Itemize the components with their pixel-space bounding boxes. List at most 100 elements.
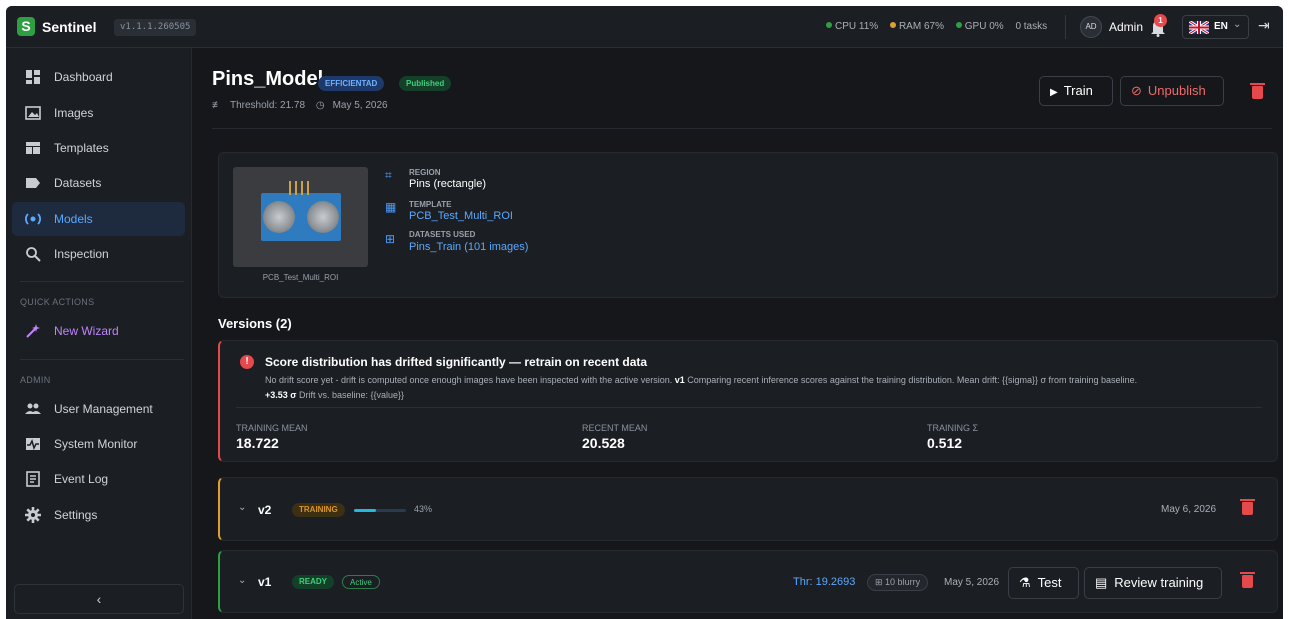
- quick-actions-heading: QUICK ACTIONS: [20, 297, 95, 307]
- ready-status-badge: READY: [292, 575, 335, 589]
- sidebar-item-new-wizard[interactable]: New Wizard: [12, 314, 185, 348]
- test-button[interactable]: ⚗ Test: [1008, 567, 1079, 599]
- ram-status-dot: [889, 22, 896, 28]
- sidebar-item-datasets[interactable]: Datasets: [12, 166, 185, 200]
- train-label: Train: [1063, 83, 1093, 98]
- delete-version-icon[interactable]: [1240, 499, 1255, 515]
- divider: [20, 281, 184, 282]
- sidebar-item-label: Event Log: [54, 472, 109, 486]
- search-icon: [25, 246, 41, 262]
- unpublish-button[interactable]: ⊘ Unpublish: [1120, 76, 1224, 106]
- version-name: v2: [258, 503, 272, 517]
- model-subtitle: ≢ Threshold: 21.78 ◷ May 5, 2026: [212, 100, 396, 111]
- sidebar-item-label: Datasets: [54, 176, 102, 190]
- tasks-stat[interactable]: 0 tasks: [1015, 21, 1047, 32]
- model-icon: [25, 211, 41, 227]
- train-button[interactable]: ▶ Train: [1039, 76, 1113, 106]
- dataset-icon: ⊞: [385, 232, 396, 246]
- users-icon: [25, 401, 41, 417]
- monitor-icon: [25, 436, 41, 452]
- chevron-down-icon: ⌄: [1233, 19, 1242, 30]
- version-row-v1[interactable]: ⌄ v1 READY Active Thr: 19.2693 ⊞ 10 blur…: [218, 550, 1278, 613]
- alert-version: v1: [674, 375, 685, 385]
- chevron-down-icon[interactable]: ⌄: [238, 575, 246, 586]
- training-status-badge: TRAINING: [292, 503, 345, 517]
- delete-model-icon[interactable]: [1250, 83, 1265, 99]
- alert-title: Score distribution has drifted significa…: [265, 355, 648, 369]
- template-label: TEMPLATE: [409, 200, 452, 209]
- sidebar-item-models[interactable]: Models: [12, 202, 185, 236]
- region-value: Pins (rectangle): [409, 178, 487, 190]
- flask-icon: ⚗: [1019, 575, 1031, 590]
- alert-text: Drift vs. baseline: {{value}}: [298, 390, 405, 400]
- divider: [1065, 15, 1066, 39]
- stat-value: 20.528: [582, 435, 625, 451]
- crop-icon: ⌗: [385, 168, 392, 182]
- stat-label: RECENT MEAN: [582, 423, 648, 433]
- stat-value: 0.512: [927, 435, 963, 451]
- progress-percent: 43%: [414, 504, 433, 514]
- logout-icon[interactable]: ⇥: [1258, 17, 1270, 34]
- sidebar-item-label: User Management: [54, 402, 153, 416]
- language-select[interactable]: EN ⌄: [1182, 15, 1249, 39]
- ram-stat: RAM 67%: [889, 21, 944, 32]
- model-type-badge: EFFICIENTAD: [318, 76, 385, 91]
- sidebar-item-user-management[interactable]: User Management: [12, 392, 185, 426]
- play-icon: ▶: [1050, 87, 1058, 98]
- gear-icon: [25, 507, 41, 523]
- model-date: May 5, 2026: [332, 100, 388, 111]
- template-icon: ▦: [385, 200, 397, 214]
- avatar[interactable]: AD: [1080, 16, 1102, 38]
- review-icon: ▤: [1095, 575, 1108, 590]
- threshold-icon: ≢: [212, 100, 222, 111]
- alert-icon: !: [240, 355, 254, 369]
- sidebar-item-settings[interactable]: Settings: [12, 498, 185, 532]
- notification-count: 1: [1154, 14, 1167, 27]
- thumbnail-caption: PCB_Test_Multi_ROI: [262, 273, 339, 282]
- version-date: May 5, 2026: [944, 577, 1000, 588]
- model-info-card: PCB_Test_Multi_ROI ⌗ REGION Pins (rectan…: [218, 152, 1278, 298]
- page-title: Pins_Model: [212, 68, 324, 90]
- app-logo[interactable]: S: [17, 17, 35, 36]
- user-name[interactable]: Admin: [1109, 20, 1143, 34]
- blurry-count-badge[interactable]: ⊞ 10 blurry: [867, 574, 929, 591]
- sensor-eye: [307, 201, 339, 233]
- sidebar-item-images[interactable]: Images: [12, 96, 185, 130]
- delete-version-icon[interactable]: [1240, 572, 1255, 588]
- alert-text: No drift score yet - drift is computed o…: [265, 375, 673, 385]
- unpublish-label: Unpublish: [1147, 83, 1206, 98]
- chevron-down-icon[interactable]: ⌄: [238, 502, 246, 513]
- sensor-eye: [263, 201, 295, 233]
- template-thumbnail[interactable]: [233, 167, 368, 267]
- sidebar-item-label: New Wizard: [54, 324, 119, 338]
- blur-icon: ⊞: [875, 577, 886, 587]
- version-date: May 6, 2026: [1161, 504, 1217, 515]
- collapse-sidebar-button[interactable]: ‹: [14, 584, 184, 614]
- admin-heading: ADMIN: [20, 375, 51, 385]
- system-stats: CPU 11% RAM 67% GPU 0% 0 tasks: [826, 21, 1056, 32]
- sidebar-item-templates[interactable]: Templates: [12, 131, 185, 165]
- datasets-link[interactable]: Pins_Train (101 images): [409, 241, 528, 253]
- sidebar-item-system-monitor[interactable]: System Monitor: [12, 427, 185, 461]
- app-name: Sentinel: [42, 19, 97, 35]
- dashboard-icon: [25, 69, 41, 85]
- sensor-pins: [289, 181, 313, 195]
- version-row-v2[interactable]: ⌄ v2 TRAINING 43% May 6, 2026: [218, 477, 1278, 541]
- notification-bell-icon[interactable]: 1: [1149, 14, 1167, 37]
- sidebar-item-inspection[interactable]: Inspection: [12, 237, 185, 271]
- stat-label: TRAINING MEAN: [236, 423, 308, 433]
- version-name: v1: [258, 575, 272, 589]
- sidebar-item-dashboard[interactable]: Dashboard: [12, 60, 185, 94]
- label-icon: [25, 175, 41, 191]
- sidebar-item-label: Inspection: [54, 247, 109, 261]
- review-training-button[interactable]: ▤ Review training: [1084, 567, 1222, 599]
- template-link[interactable]: PCB_Test_Multi_ROI: [409, 210, 513, 222]
- version-badge: v1.1.1.260505: [114, 19, 197, 36]
- alert-description: No drift score yet - drift is computed o…: [265, 373, 1265, 403]
- top-bar: S Sentinel v1.1.1.260505 CPU 11% RAM 67%…: [6, 6, 1283, 48]
- sidebar-item-label: System Monitor: [54, 437, 138, 451]
- sidebar-item-event-log[interactable]: Event Log: [12, 462, 185, 496]
- training-progress-bar: [354, 509, 406, 512]
- status-badge: Published: [399, 76, 452, 91]
- version-threshold: Thr: 19.2693: [793, 576, 856, 588]
